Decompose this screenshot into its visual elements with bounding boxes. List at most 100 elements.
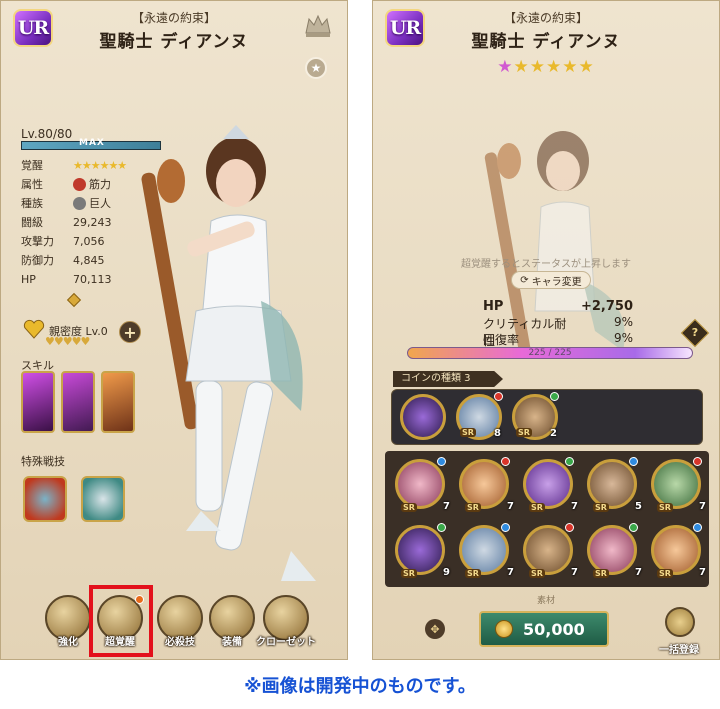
material-coin[interactable] [587, 525, 637, 575]
stat-key: 闘級 [21, 216, 43, 229]
crown-crest-icon[interactable] [303, 11, 333, 39]
coin-types-header: コインの種類 3 [393, 371, 503, 387]
level-max-label: MAX [79, 138, 105, 148]
stat-row: HP 70,113 [21, 271, 171, 287]
stat-value: 巨人 [89, 197, 111, 210]
character-subtitle: 【永遠の約束】 [503, 11, 588, 25]
stat-value: 4,845 [73, 253, 105, 267]
stat-key: HP [21, 272, 36, 286]
coin-rarity-tag: SR [465, 503, 481, 512]
stat-value: 29,243 [73, 215, 112, 229]
coin-rarity-tag: SR [460, 428, 476, 437]
ultimate-move-label: 必殺技 [165, 637, 195, 648]
stat-key: 属性 [21, 178, 43, 191]
element-gem-icon [693, 457, 702, 466]
chara-change-label: キャラ変更 [531, 276, 582, 288]
element-gem-icon [565, 457, 574, 466]
coin-count: 7 [635, 567, 642, 578]
character-name: 聖騎士 ディアンヌ [471, 32, 621, 52]
settings-gear-icon[interactable]: ✥ [425, 619, 445, 639]
coin-count: 7 [571, 567, 578, 578]
coin-count: 7 [507, 501, 514, 512]
chara-change-button[interactable]: ⟳ キャラ変更 [511, 271, 591, 289]
coin-count: 8 [494, 428, 501, 439]
material-coin[interactable] [523, 525, 573, 575]
coin-rarity-tag: SR [593, 569, 609, 578]
material-coin[interactable] [523, 459, 573, 509]
special-tech-card-2[interactable] [81, 476, 125, 522]
enhance-label: 強化 [58, 637, 78, 648]
coin-rarity-tag: SR [529, 569, 545, 578]
refresh-icon: ⟳ [520, 274, 529, 286]
element-gem-icon [494, 392, 503, 401]
stat-value: ★★★★★★ [73, 158, 127, 172]
stat-value: 筋力 [89, 178, 111, 191]
affinity-heart-icon [23, 319, 45, 339]
stat-row: 属性 筋力 [21, 176, 171, 192]
coin-tray: 8 SR 2 SR [391, 389, 703, 445]
coin-rarity-tag: SR [516, 428, 532, 437]
coin-rarity-tag: SR [465, 569, 481, 578]
stat-key: 種族 [21, 197, 43, 210]
affinity-hearts: ♥♥♥♥♥ [45, 335, 90, 348]
coin-rarity-tag: SR [593, 503, 609, 512]
coin-rarity-tag: SR [657, 569, 673, 578]
development-caption: ※画像は開発中のものです。 [244, 676, 476, 697]
gold-coin-icon [495, 620, 513, 638]
coin-rarity-tag: SR [401, 569, 417, 578]
element-gem-icon [501, 457, 510, 466]
super-awaken-panel: UR 【永遠の約束】 聖騎士 ディアンヌ ★★★★★★ 超覚醒するとステータスが… [372, 0, 720, 660]
help-button[interactable]: ? [680, 318, 710, 348]
coin-count: 7 [699, 501, 706, 512]
material-coin[interactable] [459, 459, 509, 509]
coin-rarity-tag: SR [401, 503, 417, 512]
material-coin[interactable] [459, 525, 509, 575]
material-coin[interactable] [651, 525, 701, 575]
stat-row: 覚醒 ★★★★★★ [21, 157, 171, 173]
coin-count: 7 [571, 501, 578, 512]
material-coin[interactable] [400, 394, 446, 440]
bulk-register-button[interactable] [665, 607, 695, 637]
character-subtitle: 【永遠の約束】 [131, 11, 216, 25]
affinity-add-button[interactable]: + [119, 321, 141, 343]
bonus-row-recovery: 回復率 9% [483, 331, 633, 347]
coin-count: 5 [635, 501, 642, 512]
highlight-frame [89, 585, 153, 657]
special-section-label: 特殊戦技 [21, 455, 65, 468]
awaken-notice: 超覚醒するとステータスが上昇します [461, 259, 631, 270]
coin-count: 9 [443, 567, 450, 578]
equipment-label: 装備 [222, 637, 242, 648]
material-coin[interactable] [395, 459, 445, 509]
character-detail-panel: UR 【永遠の約束】 聖騎士 ディアンヌ ★ Lv.80/80 MAX 親密度 … [0, 0, 348, 660]
stat-value: 70,113 [73, 272, 112, 286]
bulk-register-label: 一括登録 [659, 645, 699, 656]
favorite-star-button[interactable]: ★ [305, 57, 327, 79]
stat-row: 攻撃力 7,056 [21, 233, 171, 249]
stat-key: 覚醒 [21, 159, 43, 172]
skill-card-3[interactable] [101, 371, 135, 433]
awaken-stars: ★★★★★★ [373, 57, 719, 77]
skill-card-1[interactable] [21, 371, 55, 433]
material-coin[interactable] [587, 459, 637, 509]
material-coin[interactable] [651, 459, 701, 509]
element-gem-icon [693, 523, 702, 532]
stat-row: 闘級 29,243 [21, 214, 171, 230]
element-gem-icon [565, 523, 574, 532]
cost-value: 50,000 [523, 619, 585, 639]
stat-value: 7,056 [73, 234, 105, 248]
awaken-star-super: ★ [497, 57, 514, 77]
awaken-confirm-button[interactable]: 50,000 [479, 611, 609, 647]
bonus-row-crit-resist: クリティカル耐性 9% [483, 315, 633, 348]
element-gem-icon [437, 523, 446, 532]
stat-row: 種族 巨人 [21, 195, 171, 211]
skill-card-2[interactable] [61, 371, 95, 433]
coin-count: 7 [699, 567, 706, 578]
element-gem-icon [629, 523, 638, 532]
coin-grid: SR 7 SR 7 SR 7 SR 5 SR 7 SR 9 SR 7 SR 7 SR 7 SR 7 [385, 451, 709, 587]
special-tech-card-1[interactable] [23, 476, 67, 522]
strength-attribute-icon [73, 177, 86, 191]
element-gem-icon [437, 457, 446, 466]
material-coin[interactable] [395, 525, 445, 575]
coin-rarity-tag: SR [529, 503, 545, 512]
bonus-row-hp: HP +2,750 [483, 299, 633, 314]
